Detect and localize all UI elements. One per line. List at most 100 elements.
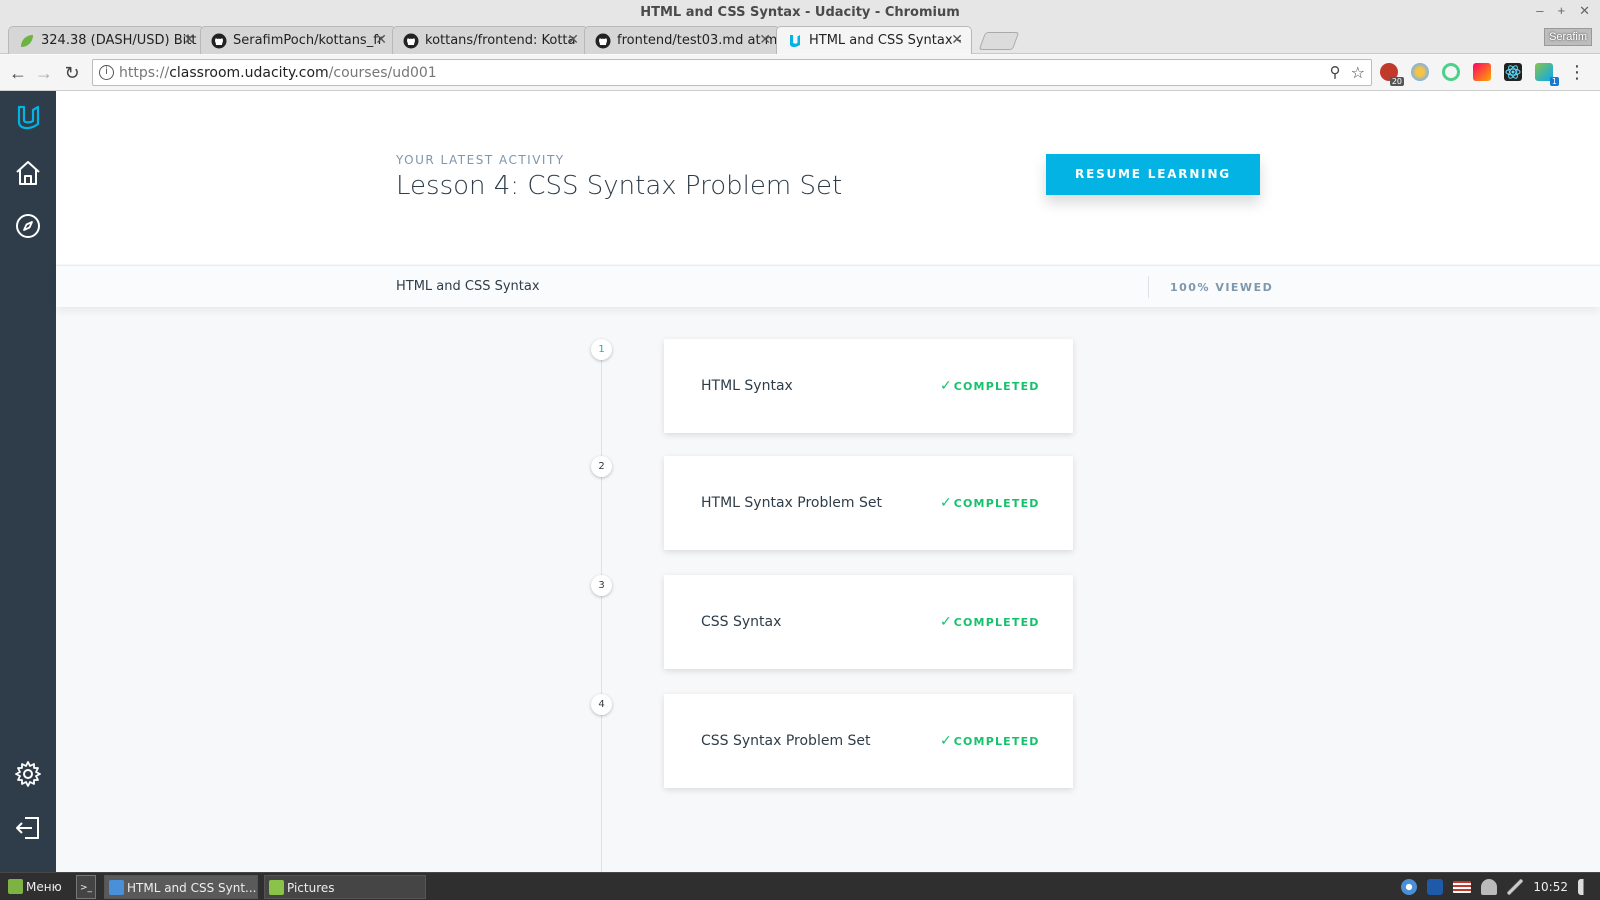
- site-info-icon[interactable]: i: [99, 65, 114, 80]
- logout-icon[interactable]: [13, 813, 43, 843]
- chromium-tray-icon[interactable]: [1401, 879, 1418, 895]
- browser-toolbar: ← → ↻ i https://classroom.udacity.com/co…: [0, 55, 1600, 91]
- compass-icon[interactable]: [13, 211, 43, 241]
- tab-close-icon[interactable]: ✕: [375, 27, 387, 54]
- lesson-status-label: COMPLETED: [953, 616, 1040, 629]
- resume-learning-button[interactable]: RESUME LEARNING: [1046, 154, 1260, 195]
- start-menu-label: Меню: [26, 880, 62, 894]
- lesson-status-label: COMPLETED: [953, 735, 1040, 748]
- back-button[interactable]: ←: [8, 63, 28, 83]
- lesson-number-badge: 1: [591, 339, 612, 360]
- checkmark-icon: ✓: [940, 733, 952, 749]
- checkmark-icon: ✓: [940, 614, 952, 630]
- leaf-icon: [21, 35, 33, 47]
- forward-button[interactable]: →: [34, 63, 54, 83]
- github-icon: [403, 33, 419, 49]
- lesson-timeline-line: [601, 355, 602, 900]
- tab-github-test03[interactable]: frontend/test03.md at m ✕: [584, 26, 780, 54]
- user-icon[interactable]: [1481, 879, 1498, 895]
- close-window-button[interactable]: ✕: [1579, 3, 1590, 19]
- lesson-title: CSS Syntax Problem Set: [701, 733, 871, 749]
- checkmark-icon: ✓: [940, 495, 952, 511]
- lesson-status-label: COMPLETED: [953, 380, 1040, 393]
- lesson-card[interactable]: HTML Syntax ✓ COMPLETED: [664, 339, 1073, 433]
- y-extension-badge: 1: [1549, 77, 1559, 86]
- zoom-icon[interactable]: ⚲: [1330, 63, 1341, 83]
- checkmark-icon: ✓: [940, 378, 952, 394]
- green-ring-extension-icon[interactable]: [1442, 63, 1460, 81]
- maximize-button[interactable]: +: [1558, 3, 1566, 19]
- flower-extension-icon[interactable]: [1411, 63, 1429, 81]
- tab-close-icon[interactable]: ✕: [951, 27, 963, 54]
- tab-github-kottans-fork[interactable]: SerafimPoch/kottans_fr ✕: [200, 26, 396, 54]
- system-tray: 10:52: [1401, 875, 1592, 899]
- lesson-title: HTML Syntax Problem Set: [701, 495, 882, 511]
- new-tab-button[interactable]: [978, 32, 1020, 50]
- shield-icon[interactable]: [1427, 879, 1444, 895]
- taskbar-window-chromium[interactable]: HTML and CSS Synt...: [104, 875, 258, 899]
- lesson-number-badge: 3: [591, 575, 612, 596]
- lesson-card[interactable]: HTML Syntax Problem Set ✓ COMPLETED: [664, 456, 1073, 550]
- gear-icon[interactable]: [13, 759, 43, 789]
- udacity-icon: [790, 35, 800, 48]
- tab-udacity-active[interactable]: HTML and CSS Syntax - ✕: [776, 26, 972, 54]
- taskbar-window-label: HTML and CSS Synt...: [127, 881, 257, 895]
- lesson-status: ✓ COMPLETED: [940, 456, 1040, 551]
- react-devtools-icon[interactable]: [1504, 63, 1522, 81]
- window-titlebar: HTML and CSS Syntax - Udacity - Chromium…: [0, 0, 1600, 24]
- taskbar-pictures-label: Pictures: [287, 881, 335, 895]
- tab-label: SerafimPoch/kottans_fr: [233, 33, 384, 48]
- tab-close-icon[interactable]: ✕: [759, 27, 771, 54]
- network-icon[interactable]: [1507, 879, 1524, 895]
- lesson-card[interactable]: CSS Syntax ✓ COMPLETED: [664, 575, 1073, 669]
- react-atom-icon: [1505, 65, 1521, 79]
- minimize-button[interactable]: –: [1536, 3, 1543, 19]
- taskbar-window-pictures[interactable]: Pictures: [264, 875, 426, 899]
- lesson-status-label: COMPLETED: [953, 497, 1040, 510]
- chrome-menu-icon[interactable]: ⋮: [1568, 63, 1586, 81]
- lesson-title: CSS Syntax: [701, 614, 782, 630]
- latest-activity-title[interactable]: Lesson 4: CSS Syntax Problem Set: [396, 171, 842, 201]
- tab-close-icon[interactable]: ✕: [567, 27, 579, 54]
- tab-close-icon[interactable]: ✕: [183, 27, 195, 54]
- us-flag-icon[interactable]: [1453, 881, 1472, 893]
- tab-label: kottans/frontend: Kotta: [425, 33, 576, 48]
- colorful-extension-icon[interactable]: [1473, 63, 1491, 81]
- github-icon: [211, 33, 227, 49]
- course-name: HTML and CSS Syntax: [396, 279, 540, 294]
- y-extension-icon[interactable]: 1: [1535, 63, 1559, 86]
- lesson-title: HTML Syntax: [701, 378, 793, 394]
- tab-dash-price[interactable]: 324.38 (DASH/USD) Bitt ✕: [8, 26, 204, 54]
- latest-activity-label: YOUR LATEST ACTIVITY: [396, 153, 565, 167]
- adblock-extension-icon[interactable]: 20: [1380, 63, 1404, 86]
- lesson-status: ✓ COMPLETED: [940, 694, 1040, 789]
- terminal-launcher-icon[interactable]: >_: [76, 875, 96, 899]
- clock[interactable]: 10:52: [1533, 880, 1568, 894]
- tab-strip: 324.38 (DASH/USD) Bitt ✕ SerafimPoch/kot…: [0, 24, 1600, 54]
- lesson-card[interactable]: CSS Syntax Problem Set ✓ COMPLETED: [664, 694, 1073, 788]
- tab-github-kottans-frontend[interactable]: kottans/frontend: Kotta ✕: [392, 26, 588, 54]
- lesson-number-badge: 4: [591, 694, 612, 715]
- lesson-status: ✓ COMPLETED: [940, 575, 1040, 670]
- window-title: HTML and CSS Syntax - Udacity - Chromium: [640, 5, 960, 20]
- home-icon[interactable]: [13, 158, 43, 188]
- mint-menu-icon: [8, 879, 23, 894]
- github-icon: [595, 33, 611, 49]
- bookmark-star-icon[interactable]: ☆: [1351, 63, 1365, 83]
- chromium-icon: [109, 880, 124, 895]
- start-menu-button[interactable]: Меню: [4, 875, 68, 899]
- url-text[interactable]: https://classroom.udacity.com/courses/ud…: [119, 60, 437, 86]
- volume-icon[interactable]: [1578, 879, 1592, 895]
- udacity-logo-icon[interactable]: [13, 103, 43, 133]
- reload-button[interactable]: ↻: [62, 63, 82, 83]
- omnibox-actions: ⚲ ☆: [1330, 63, 1365, 83]
- udacity-page: YOUR LATEST ACTIVITY Lesson 4: CSS Synta…: [0, 91, 1600, 900]
- profile-button[interactable]: Serafim: [1544, 28, 1592, 46]
- url-prefix: https://: [119, 65, 170, 81]
- course-header: HTML and CSS Syntax 100% VIEWED: [56, 265, 1600, 307]
- tab-label: frontend/test03.md at m: [617, 33, 778, 48]
- lesson-number-badge: 2: [591, 456, 612, 477]
- course-progress: 100% VIEWED: [1170, 281, 1274, 294]
- address-bar[interactable]: i https://classroom.udacity.com/courses/…: [92, 59, 1372, 86]
- course-divider: [1148, 276, 1149, 298]
